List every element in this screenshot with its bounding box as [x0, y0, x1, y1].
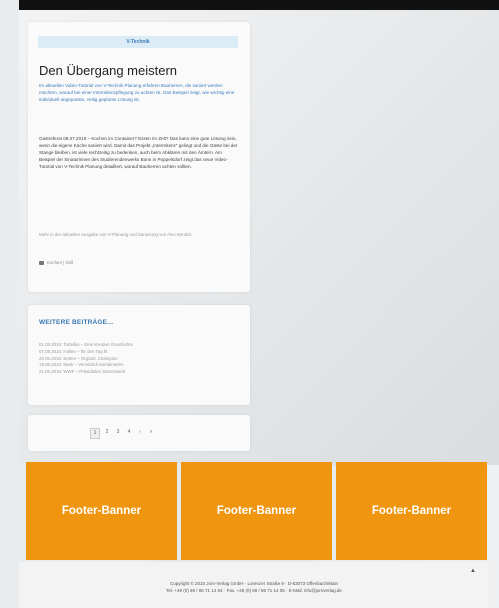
article-card: V-Technik Den Übergang meistern Im aktue…: [28, 22, 250, 292]
list-item[interactable]: 19.05.2016: Mark – Vermittlich kombinier…: [39, 362, 133, 369]
footer-banner-3[interactable]: Footer-Banner: [336, 462, 487, 560]
article-body: Gastreferat 08.07.2016 – Kochen im Conta…: [39, 136, 238, 169]
page-footer: ▲ Copyright © 2015 Jorn-Verlag GmbH · Lo…: [19, 562, 489, 608]
article-meta-text[interactable]: Kochen | Grill: [47, 260, 73, 265]
category-tag[interactable]: V-Technik: [38, 36, 238, 48]
more-articles-title: WEITERE BEITRÄGE...: [39, 319, 114, 326]
scroll-up-icon[interactable]: ▲: [470, 568, 476, 574]
contact-line: Tel. +49 (0) 69 / 86 71 14 04 · Fax. +49…: [166, 588, 342, 593]
footer-banner-2[interactable]: Footer-Banner: [181, 462, 332, 560]
pagination-card: 1 2 3 4 › »: [28, 415, 250, 451]
copyright-text: Copyright © 2015 Jorn-Verlag GmbH · Lore…: [19, 580, 489, 594]
list-item[interactable]: 20.06.2016: Betten – Organic Champion: [39, 356, 133, 363]
list-item[interactable]: 01.03.2016: Tortellini – Eine kreative G…: [39, 342, 133, 349]
page-3-button[interactable]: 3: [114, 428, 122, 437]
footer-banner-1[interactable]: Footer-Banner: [26, 462, 177, 560]
page-4-button[interactable]: 4: [125, 428, 133, 437]
next-page-button[interactable]: ›: [136, 428, 144, 437]
article-more-note: Mehr in der aktuellen Ausgabe von V-Plan…: [39, 232, 192, 237]
page-1-button[interactable]: 1: [90, 428, 100, 439]
article-title[interactable]: Den Übergang meistern: [39, 63, 177, 78]
more-articles-card: WEITERE BEITRÄGE... 01.03.2016: Tortelli…: [28, 305, 250, 405]
footer-banners: Footer-Banner Footer-Banner Footer-Banne…: [26, 462, 487, 560]
copyright-line: Copyright © 2015 Jorn-Verlag GmbH · Lore…: [169, 581, 339, 586]
pagination: 1 2 3 4 › »: [90, 428, 155, 439]
tag-icon: [39, 260, 44, 265]
article-meta: Kochen | Grill: [39, 260, 73, 265]
article-lead[interactable]: Im aktuellen Video-Tutorial von V-Techni…: [39, 82, 239, 103]
top-bar: [19, 0, 499, 10]
list-item[interactable]: 07.08.2016: Hallen – für den Tag fit: [39, 349, 133, 356]
list-item[interactable]: 21.05.2016: WWF – Präsidiales Stammwerk: [39, 369, 133, 376]
more-articles-list: 01.03.2016: Tortellini – Eine kreative G…: [39, 342, 133, 376]
last-page-button[interactable]: »: [147, 428, 155, 437]
page-2-button[interactable]: 2: [103, 428, 111, 437]
